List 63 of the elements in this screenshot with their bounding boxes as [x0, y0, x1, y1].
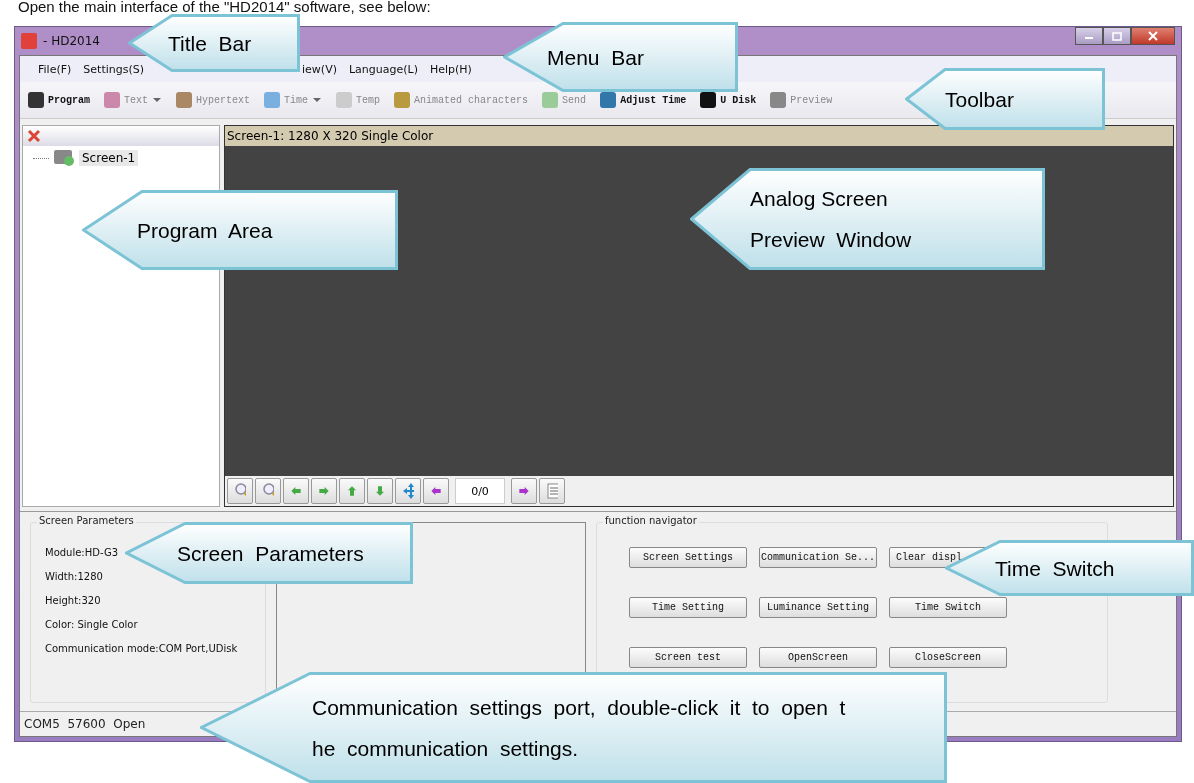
page-field[interactable]: 0/0 [455, 478, 505, 504]
move-icon [402, 482, 414, 500]
menu-item[interactable]: Help(H) [423, 62, 478, 76]
toolbar-icon [104, 92, 120, 108]
list-icon [546, 483, 558, 499]
preview-header: Screen-1: 1280 X 320 Single Color [225, 126, 1173, 146]
toolbar-button[interactable]: Adjust Time [600, 92, 687, 108]
nav-button[interactable] [283, 478, 309, 504]
nav-button[interactable] [367, 478, 393, 504]
nav-button[interactable] [539, 478, 565, 504]
callout-tooltip: Communication settings port, double-click it to open t he communication settings. [200, 672, 947, 783]
toolbar-icon [336, 92, 353, 108]
maximize-button[interactable] [1103, 27, 1131, 45]
screen-icon [53, 148, 75, 168]
menu-item[interactable]: Language(L) [342, 62, 424, 76]
parameter-text: Communication mode:COM Port,UDisk [45, 643, 238, 654]
toolbar-icon [600, 92, 617, 108]
menu-item[interactable]: File(F) [32, 62, 78, 76]
status-text[interactable]: COM5 57600 Open [24, 717, 146, 731]
group-title: function navigator [603, 515, 699, 526]
function-button[interactable]: Screen Settings [629, 547, 747, 568]
toolbar-icon [770, 92, 787, 108]
menu-item[interactable]: iew(V) [296, 62, 343, 76]
callout-tooltip: Program Area [82, 190, 398, 270]
nav-button[interactable] [227, 478, 253, 504]
nav-button[interactable] [255, 478, 281, 504]
function-button[interactable]: Luminance Setting [759, 597, 877, 618]
callout-tooltip: Toolbar [905, 68, 1105, 130]
toolbar-icon [264, 92, 281, 108]
minimize-button[interactable] [1075, 27, 1103, 45]
heading: Open the main interface of the "HD2014" software, see below: [17, 0, 432, 17]
toolbar-icon [176, 92, 193, 108]
toolbar-button[interactable]: U Disk [700, 92, 757, 108]
function-button[interactable]: Time Setting [629, 597, 747, 618]
nav-button[interactable] [511, 478, 537, 504]
group-title: Screen Parameters [37, 515, 136, 526]
nav-button[interactable] [395, 478, 421, 504]
toolbar-icon [700, 92, 717, 108]
toolbar-icon [542, 92, 559, 108]
parameter-text: Width:1280 [45, 571, 103, 582]
parameter-text: Module:HD-G3 [45, 547, 119, 558]
function-button[interactable]: Screen test [629, 647, 747, 668]
function-button[interactable]: Time Switch [889, 597, 1007, 618]
callout-tooltip: Analog Screen Preview Window [690, 168, 1045, 270]
function-button[interactable]: OpenScreen [759, 647, 877, 668]
menu-item[interactable]: Settings(S) [77, 62, 150, 76]
nav-button[interactable] [339, 478, 365, 504]
toolbar-icon [394, 92, 411, 108]
toolbar-button[interactable]: Program [28, 92, 90, 108]
function-button[interactable]: CloseScreen [889, 647, 1007, 668]
function-button[interactable]: Communication Se... [759, 547, 877, 568]
window-title: - HD2014 [43, 34, 100, 48]
nav-button[interactable] [311, 478, 337, 504]
delete-icon[interactable] [27, 129, 41, 143]
maximize-icon [1112, 31, 1122, 41]
nav-button[interactable] [423, 478, 449, 504]
close-icon [1148, 31, 1158, 41]
parameter-text: Height:320 [45, 595, 101, 606]
tree-item[interactable]: Screen-1 [79, 150, 139, 166]
toolbar-icon [28, 92, 44, 108]
parameter-text: Color: Single Color [45, 619, 138, 630]
app-icon [21, 33, 37, 49]
close-button[interactable] [1131, 27, 1175, 45]
